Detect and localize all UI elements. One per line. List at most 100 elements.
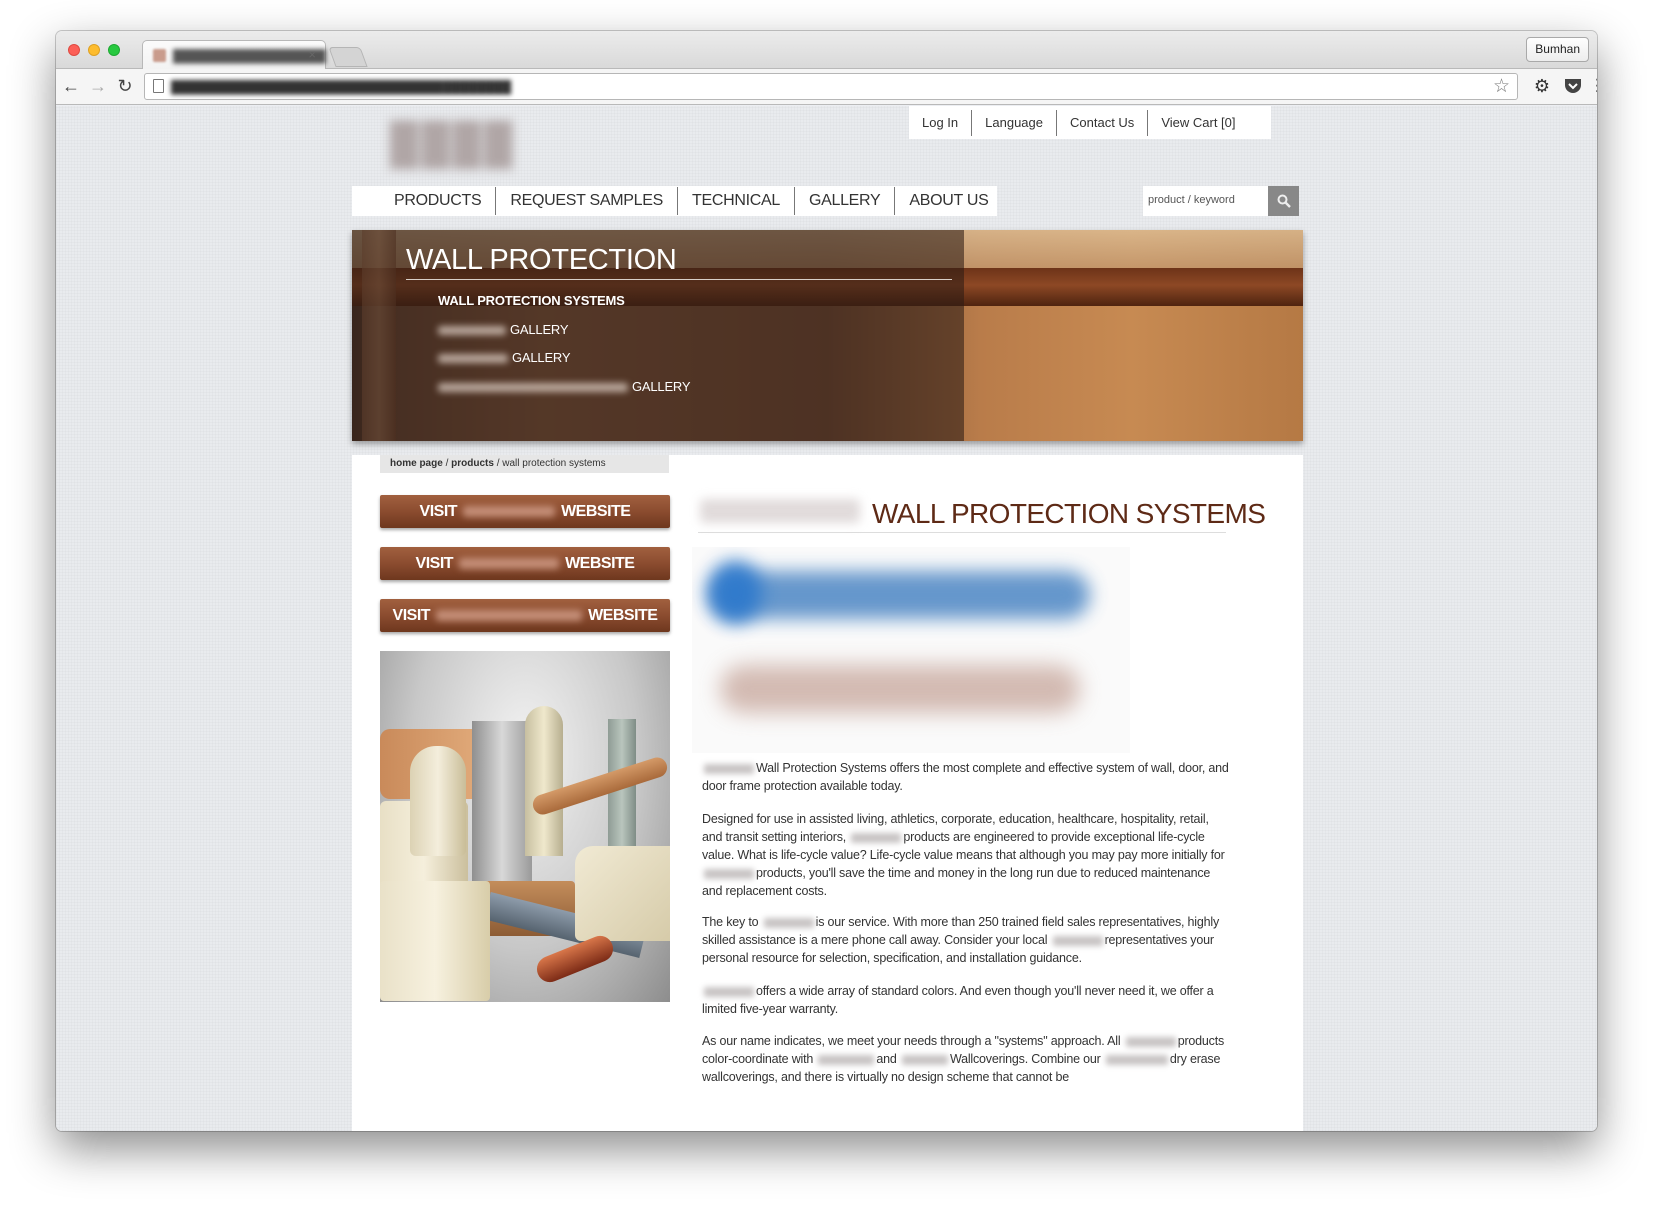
breadcrumb-separator: / [496,458,500,469]
paragraph-5-text-c: and [876,1052,897,1066]
nav-technical[interactable]: TECHNICAL [678,187,795,215]
redacted-brand [463,506,556,517]
blurred-brand-banner [692,547,1130,753]
site-container: ████ Log In Language Contact Us View Car… [352,106,1303,1131]
redacted-brand [438,326,506,336]
paragraph-5: As our name indicates, we meet your need… [702,1032,1230,1086]
redacted-brand [700,499,860,523]
website-label: WEBSITE [565,554,635,572]
page-title: WALL PROTECTION SYSTEMS [698,493,1266,533]
website-label: WEBSITE [588,606,658,624]
tab-title-redacted: ██████████████████ [173,49,327,63]
nav-about-us[interactable]: ABOUT US [895,187,1002,215]
paragraph-2-text-c: products, you'll save the time and money… [702,866,1211,898]
utility-nav: Log In Language Contact Us View Cart [0] [909,106,1271,139]
blurred-shape [710,571,1090,619]
view-cart-link[interactable]: View Cart [0] [1148,110,1248,136]
browser-window: ██████████████████ × Bumhan ← → ↻ ██████… [56,31,1597,1131]
paragraph-3-text-a: The key to [702,915,759,929]
hero-link-gallery-3-label: GALLERY [632,379,691,394]
nav-request-samples[interactable]: REQUEST SAMPLES [496,187,678,215]
product-photo [380,651,670,1002]
paragraph-1: Wall Protection Systems offers the most … [702,759,1230,795]
redacted-brand [1125,1036,1176,1047]
redacted-brand [1052,935,1103,946]
breadcrumb: home page / products / wall protection s… [380,455,669,473]
contact-us-link[interactable]: Contact Us [1057,109,1149,136]
redacted-brand [851,832,902,843]
close-window-button[interactable] [68,44,80,56]
new-tab-button[interactable] [328,47,368,67]
redacted-brand [1105,1054,1168,1065]
hero-link-gallery-3[interactable]: GALLERY [438,379,691,394]
favicon-icon [153,49,166,62]
redacted-brand [438,354,508,364]
breadcrumb-separator: / [445,458,449,469]
paragraph-4-text: offers a wide array of standard colors. … [702,984,1214,1016]
hero-title: WALL PROTECTION [406,244,677,276]
hero-link-wall-protection-systems[interactable]: WALL PROTECTION SYSTEMS [438,293,625,308]
content-area: home page / products / wall protection s… [352,455,1303,1131]
hero-link-gallery-2[interactable]: GALLERY [438,350,571,365]
breadcrumb-products[interactable]: products [451,458,494,469]
redacted-brand [436,610,583,621]
visit-label: VISIT [419,502,458,520]
paragraph-5-text-a: As our name indicates, we meet your need… [702,1034,1121,1048]
visit-website-button-1[interactable]: VISIT WEBSITE [380,495,670,528]
minimize-window-button[interactable] [88,44,100,56]
forward-icon[interactable]: → [87,75,109,97]
hero-divider [406,279,952,280]
redacted-brand [704,986,754,997]
photo-shape [525,706,563,856]
blurred-shape [708,561,762,623]
pocket-icon[interactable] [1562,75,1584,99]
site-logo-redacted[interactable]: ████ [390,120,555,170]
back-icon[interactable]: ← [60,75,82,97]
search-input[interactable]: product / keyword [1143,186,1268,216]
redacted-brand [704,868,754,879]
star-icon[interactable]: ☆ [1493,75,1510,98]
gear-icon[interactable]: ⚙ [1531,75,1553,97]
redacted-brand [818,1054,875,1065]
browser-tab[interactable]: ██████████████████ × [142,40,326,69]
language-link[interactable]: Language [972,109,1057,136]
redacted-brand [901,1054,948,1065]
paragraph-5-text-d: Wallcoverings. Combine our [949,1052,1101,1066]
paragraph-2: Designed for use in assisted living, ath… [702,810,1230,900]
nav-gallery[interactable]: GALLERY [795,187,896,215]
visit-label: VISIT [415,554,454,572]
nav-products[interactable]: PRODUCTS [380,187,497,215]
hero-banner: WALL PROTECTION WALL PROTECTION SYSTEMS … [352,230,1303,441]
redacted-brand [438,383,628,393]
paragraph-1-text: Wall Protection Systems offers the most … [702,761,1229,793]
title-bar: ██████████████████ × Bumhan [56,31,1597,69]
address-bar[interactable]: ████████████████████████████████████████… [144,73,1518,100]
page-title-text: WALL PROTECTION SYSTEMS [872,498,1266,529]
login-link[interactable]: Log In [909,109,973,136]
redacted-brand [459,558,560,569]
visit-website-button-2[interactable]: VISIT WEBSITE [380,547,670,580]
photo-shape [410,746,466,856]
visit-website-button-3[interactable]: VISIT WEBSITE [380,599,670,632]
profile-button[interactable]: Bumhan [1526,37,1589,62]
website-label: WEBSITE [561,502,631,520]
visit-label: VISIT [392,606,431,624]
maximize-window-button[interactable] [108,44,120,56]
breadcrumb-home[interactable]: home page [390,458,443,469]
paragraph-4: offers a wide array of standard colors. … [702,982,1230,1018]
page-icon [153,79,164,93]
blurred-shape [720,665,1080,713]
browser-toolbar: ← → ↻ ██████████████████████████████████… [56,69,1597,105]
reload-icon[interactable]: ↻ [114,75,136,97]
breadcrumb-current: wall protection systems [502,458,606,469]
page-viewport: ████ Log In Language Contact Us View Car… [56,106,1597,1131]
tab-close-icon[interactable]: × [308,47,316,62]
search-icon[interactable] [1268,186,1299,216]
url-redacted: ████████████████████████████████████████ [171,80,512,94]
photo-shape [472,721,532,881]
redacted-brand [763,917,814,928]
hero-link-gallery-1[interactable]: GALLERY [438,322,569,337]
hero-link-gallery-1-label: GALLERY [510,322,569,337]
photo-shape [575,846,670,941]
menu-icon[interactable]: ☰ [1592,75,1597,97]
